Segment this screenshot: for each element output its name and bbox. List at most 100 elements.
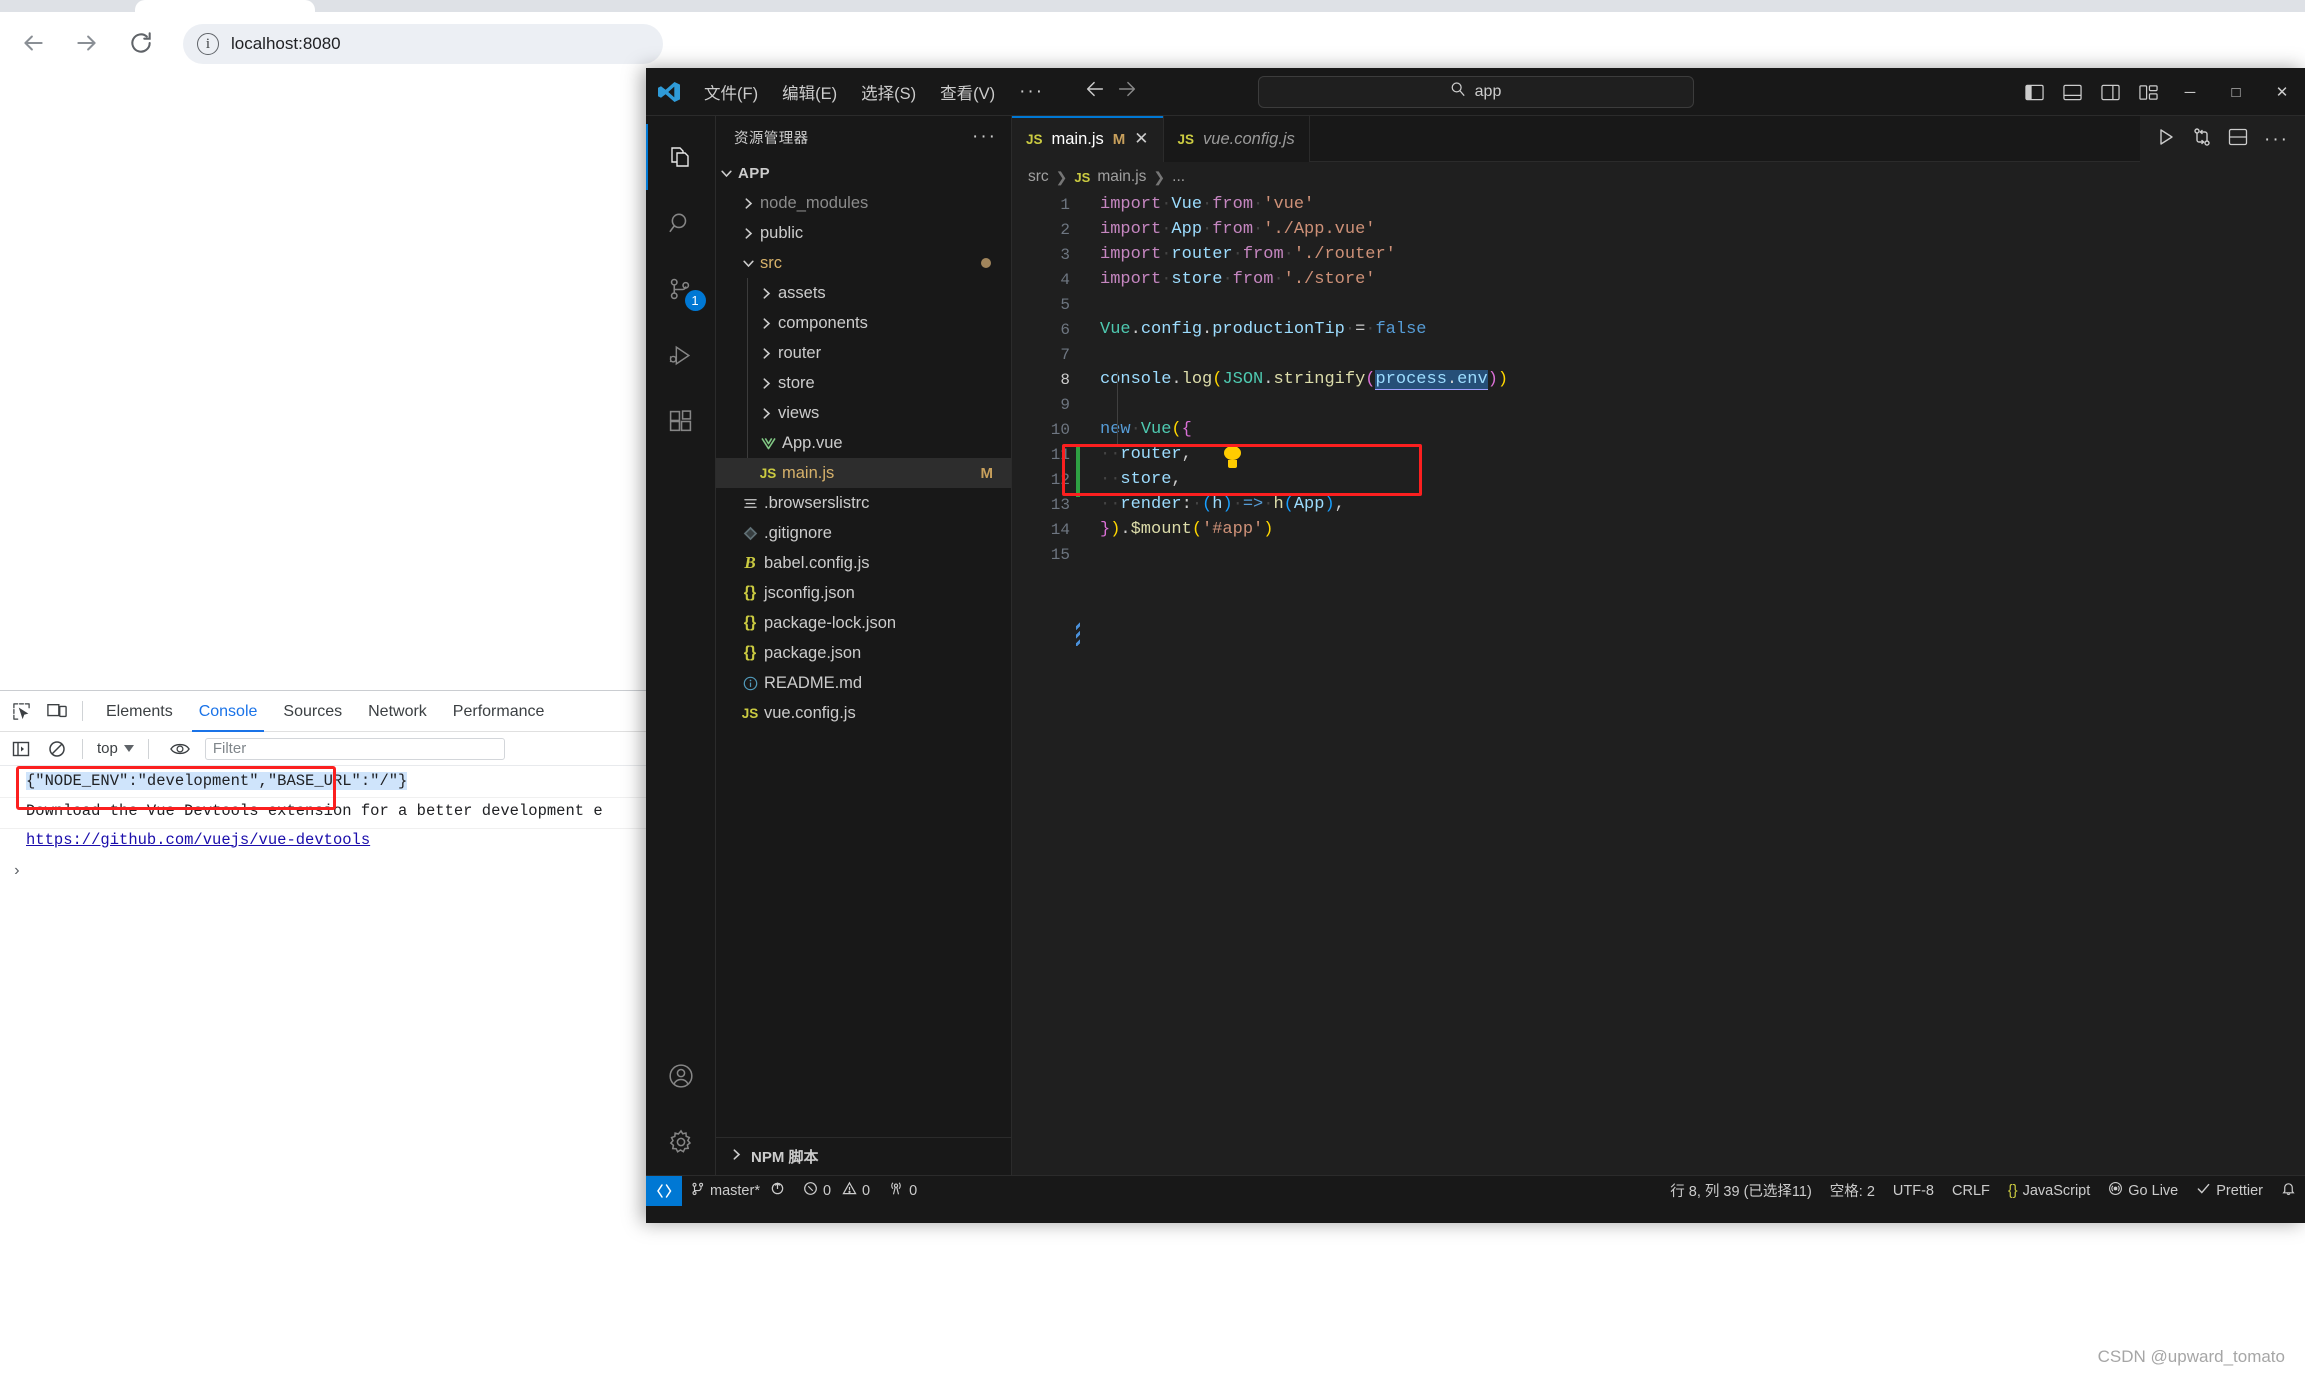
status-ports[interactable]: 0 — [879, 1176, 926, 1206]
tree-row-App.vue[interactable]: App.vue — [716, 428, 1011, 458]
bell-icon — [2281, 1181, 2296, 1200]
address-bar[interactable]: i localhost:8080 — [183, 24, 663, 64]
split-editor-down-icon[interactable] — [2228, 128, 2248, 151]
ellipsis-icon[interactable]: ··· — [2264, 130, 2289, 149]
activity-bar-item-source-control[interactable]: 1 — [646, 256, 716, 322]
menu-selection[interactable]: 选择(S) — [849, 76, 928, 108]
forward-icon[interactable] — [66, 22, 108, 64]
tree-row-app-root[interactable]: APP — [716, 158, 1011, 188]
minimize-button[interactable]: ─ — [2167, 68, 2213, 116]
activity-bar-item-accounts[interactable] — [646, 1043, 716, 1109]
toggle-secondary-sidebar-button[interactable] — [2091, 68, 2129, 116]
tree-row-vue.config.js[interactable]: JS vue.config.js — [716, 698, 1011, 728]
console-filter-input[interactable]: Filter — [205, 738, 505, 760]
editor-tab-main-js[interactable]: JS main.js M ✕ — [1012, 116, 1164, 162]
live-expression-icon[interactable] — [165, 734, 195, 764]
toggle-primary-sidebar-button[interactable] — [2015, 68, 2053, 116]
tree-row-views[interactable]: views — [716, 398, 1011, 428]
devtools-tab-network[interactable]: Network — [355, 691, 440, 732]
arrow-left-icon[interactable] — [1084, 78, 1106, 105]
code-editor[interactable]: 1 import·Vue·from·'vue' 2 import·App·fro… — [1012, 192, 2305, 1175]
editor-tab-strip: JS main.js M ✕ JS vue.config.js — [1012, 116, 2305, 162]
search-icon — [1450, 81, 1466, 102]
activity-bar-item-manage[interactable] — [646, 1109, 716, 1175]
site-info-icon[interactable]: i — [197, 33, 219, 55]
status-branch[interactable]: master* — [682, 1176, 794, 1206]
editor-tab-vue-config-js[interactable]: JS vue.config.js — [1164, 116, 1310, 162]
close-icon[interactable]: ✕ — [1134, 129, 1148, 149]
status-cursor-position[interactable]: 行 8, 列 39 (已选择11) — [1661, 1176, 1821, 1206]
activity-bar-item-search[interactable] — [646, 190, 716, 256]
status-encoding[interactable]: UTF-8 — [1884, 1176, 1943, 1206]
quick-fix-lightbulb-icon[interactable] — [1224, 446, 1241, 468]
console-input-prompt[interactable]: › — [0, 856, 660, 884]
source-control-icon[interactable] — [2192, 127, 2212, 152]
customize-layout-button[interactable] — [2129, 68, 2167, 116]
devtools-tab-performance[interactable]: Performance — [440, 691, 558, 732]
line-content: console.log(JSON.stringify(process.env)) — [1070, 370, 1508, 389]
remote-window-icon[interactable] — [646, 1176, 682, 1206]
tree-row-jsconfig.json[interactable]: {} jsconfig.json — [716, 578, 1011, 608]
activity-bar-item-run-and-debug[interactable] — [646, 322, 716, 388]
breadcrumb-symbol[interactable]: ... — [1172, 168, 1185, 186]
explorer-more-actions-icon[interactable]: ··· — [972, 126, 997, 148]
activity-bar-item-extensions[interactable] — [646, 388, 716, 454]
status-indentation[interactable]: 空格: 2 — [1821, 1176, 1884, 1206]
arrow-right-icon[interactable] — [1116, 78, 1138, 105]
menu-edit[interactable]: 编辑(E) — [770, 76, 849, 108]
console-message-object[interactable]: {"NODE_ENV":"development","BASE_URL":"/"… — [0, 766, 660, 798]
tree-row-package.json[interactable]: {} package.json — [716, 638, 1011, 668]
tree-row-node_modules[interactable]: node_modules — [716, 188, 1011, 218]
toggle-panel-button[interactable] — [2053, 68, 2091, 116]
status-go-live[interactable]: Go Live — [2099, 1176, 2187, 1206]
tree-row-components[interactable]: components — [716, 308, 1011, 338]
tree-row-.browserslistrc[interactable]: .browserslistrc — [716, 488, 1011, 518]
tree-row-main.js[interactable]: JS main.js M — [716, 458, 1011, 488]
tree-label: store — [778, 374, 815, 393]
maximize-button[interactable]: □ — [2213, 68, 2259, 116]
breadcrumb-file[interactable]: main.js — [1097, 168, 1146, 186]
sync-changes-icon[interactable] — [770, 1181, 785, 1200]
command-center-search[interactable]: app — [1258, 76, 1694, 108]
tree-row-store[interactable]: store — [716, 368, 1011, 398]
clear-console-icon[interactable] — [42, 734, 72, 764]
devtools-tab-sources[interactable]: Sources — [270, 691, 355, 732]
back-icon[interactable] — [12, 22, 54, 64]
activity-bar-item-explorer[interactable] — [646, 124, 716, 190]
status-language-mode[interactable]: {} JavaScript — [1999, 1176, 2099, 1206]
menu-file[interactable]: 文件(F) — [692, 76, 770, 108]
status-eol[interactable]: CRLF — [1943, 1176, 1999, 1206]
status-notifications[interactable] — [2272, 1176, 2305, 1206]
devtools-tab-console[interactable]: Console — [186, 691, 271, 732]
tree-row-assets[interactable]: assets — [716, 278, 1011, 308]
menu-view[interactable]: 查看(V) — [928, 76, 1007, 108]
tree-row-package-lock.json[interactable]: {} package-lock.json — [716, 608, 1011, 638]
play-icon[interactable] — [2156, 127, 2176, 152]
tree-row-babel.config.js[interactable]: B babel.config.js — [716, 548, 1011, 578]
chevron-down-icon — [124, 745, 134, 752]
tree-row-router[interactable]: router — [716, 338, 1011, 368]
npm-scripts-section[interactable]: NPM 脚本 — [716, 1137, 1011, 1175]
status-problems[interactable]: 0 0 — [794, 1176, 879, 1206]
chevron-right-icon — [738, 197, 758, 210]
status-prettier[interactable]: Prettier — [2187, 1176, 2272, 1206]
close-button[interactable]: ✕ — [2259, 68, 2305, 116]
devtools-tab-elements[interactable]: Elements — [93, 691, 186, 732]
tree-row-README.md[interactable]: README.md — [716, 668, 1011, 698]
breadcrumb-src[interactable]: src — [1028, 168, 1049, 186]
menu-more-icon[interactable]: ··· — [1007, 79, 1056, 105]
console-message-text: {"NODE_ENV":"development","BASE_URL":"/"… — [26, 772, 407, 790]
inspect-element-icon[interactable] — [6, 696, 36, 726]
js-file-icon: JS — [756, 466, 780, 481]
execution-context-selector[interactable]: top — [93, 740, 138, 757]
console-sidebar-icon[interactable] — [6, 734, 36, 764]
csdn-watermark: CSDN @upward_tomato — [2098, 1347, 2285, 1367]
tree-row-src[interactable]: src — [716, 248, 1011, 278]
browser-tab[interactable] — [135, 0, 315, 12]
reload-icon[interactable] — [120, 22, 162, 64]
tree-row-.gitignore[interactable]: .gitignore — [716, 518, 1011, 548]
vue-devtools-link[interactable]: https://github.com/vuejs/vue-devtools — [26, 831, 370, 849]
json-brackets-icon: {} — [2008, 1183, 2018, 1199]
tree-row-public[interactable]: public — [716, 218, 1011, 248]
device-toolbar-icon[interactable] — [42, 696, 72, 726]
